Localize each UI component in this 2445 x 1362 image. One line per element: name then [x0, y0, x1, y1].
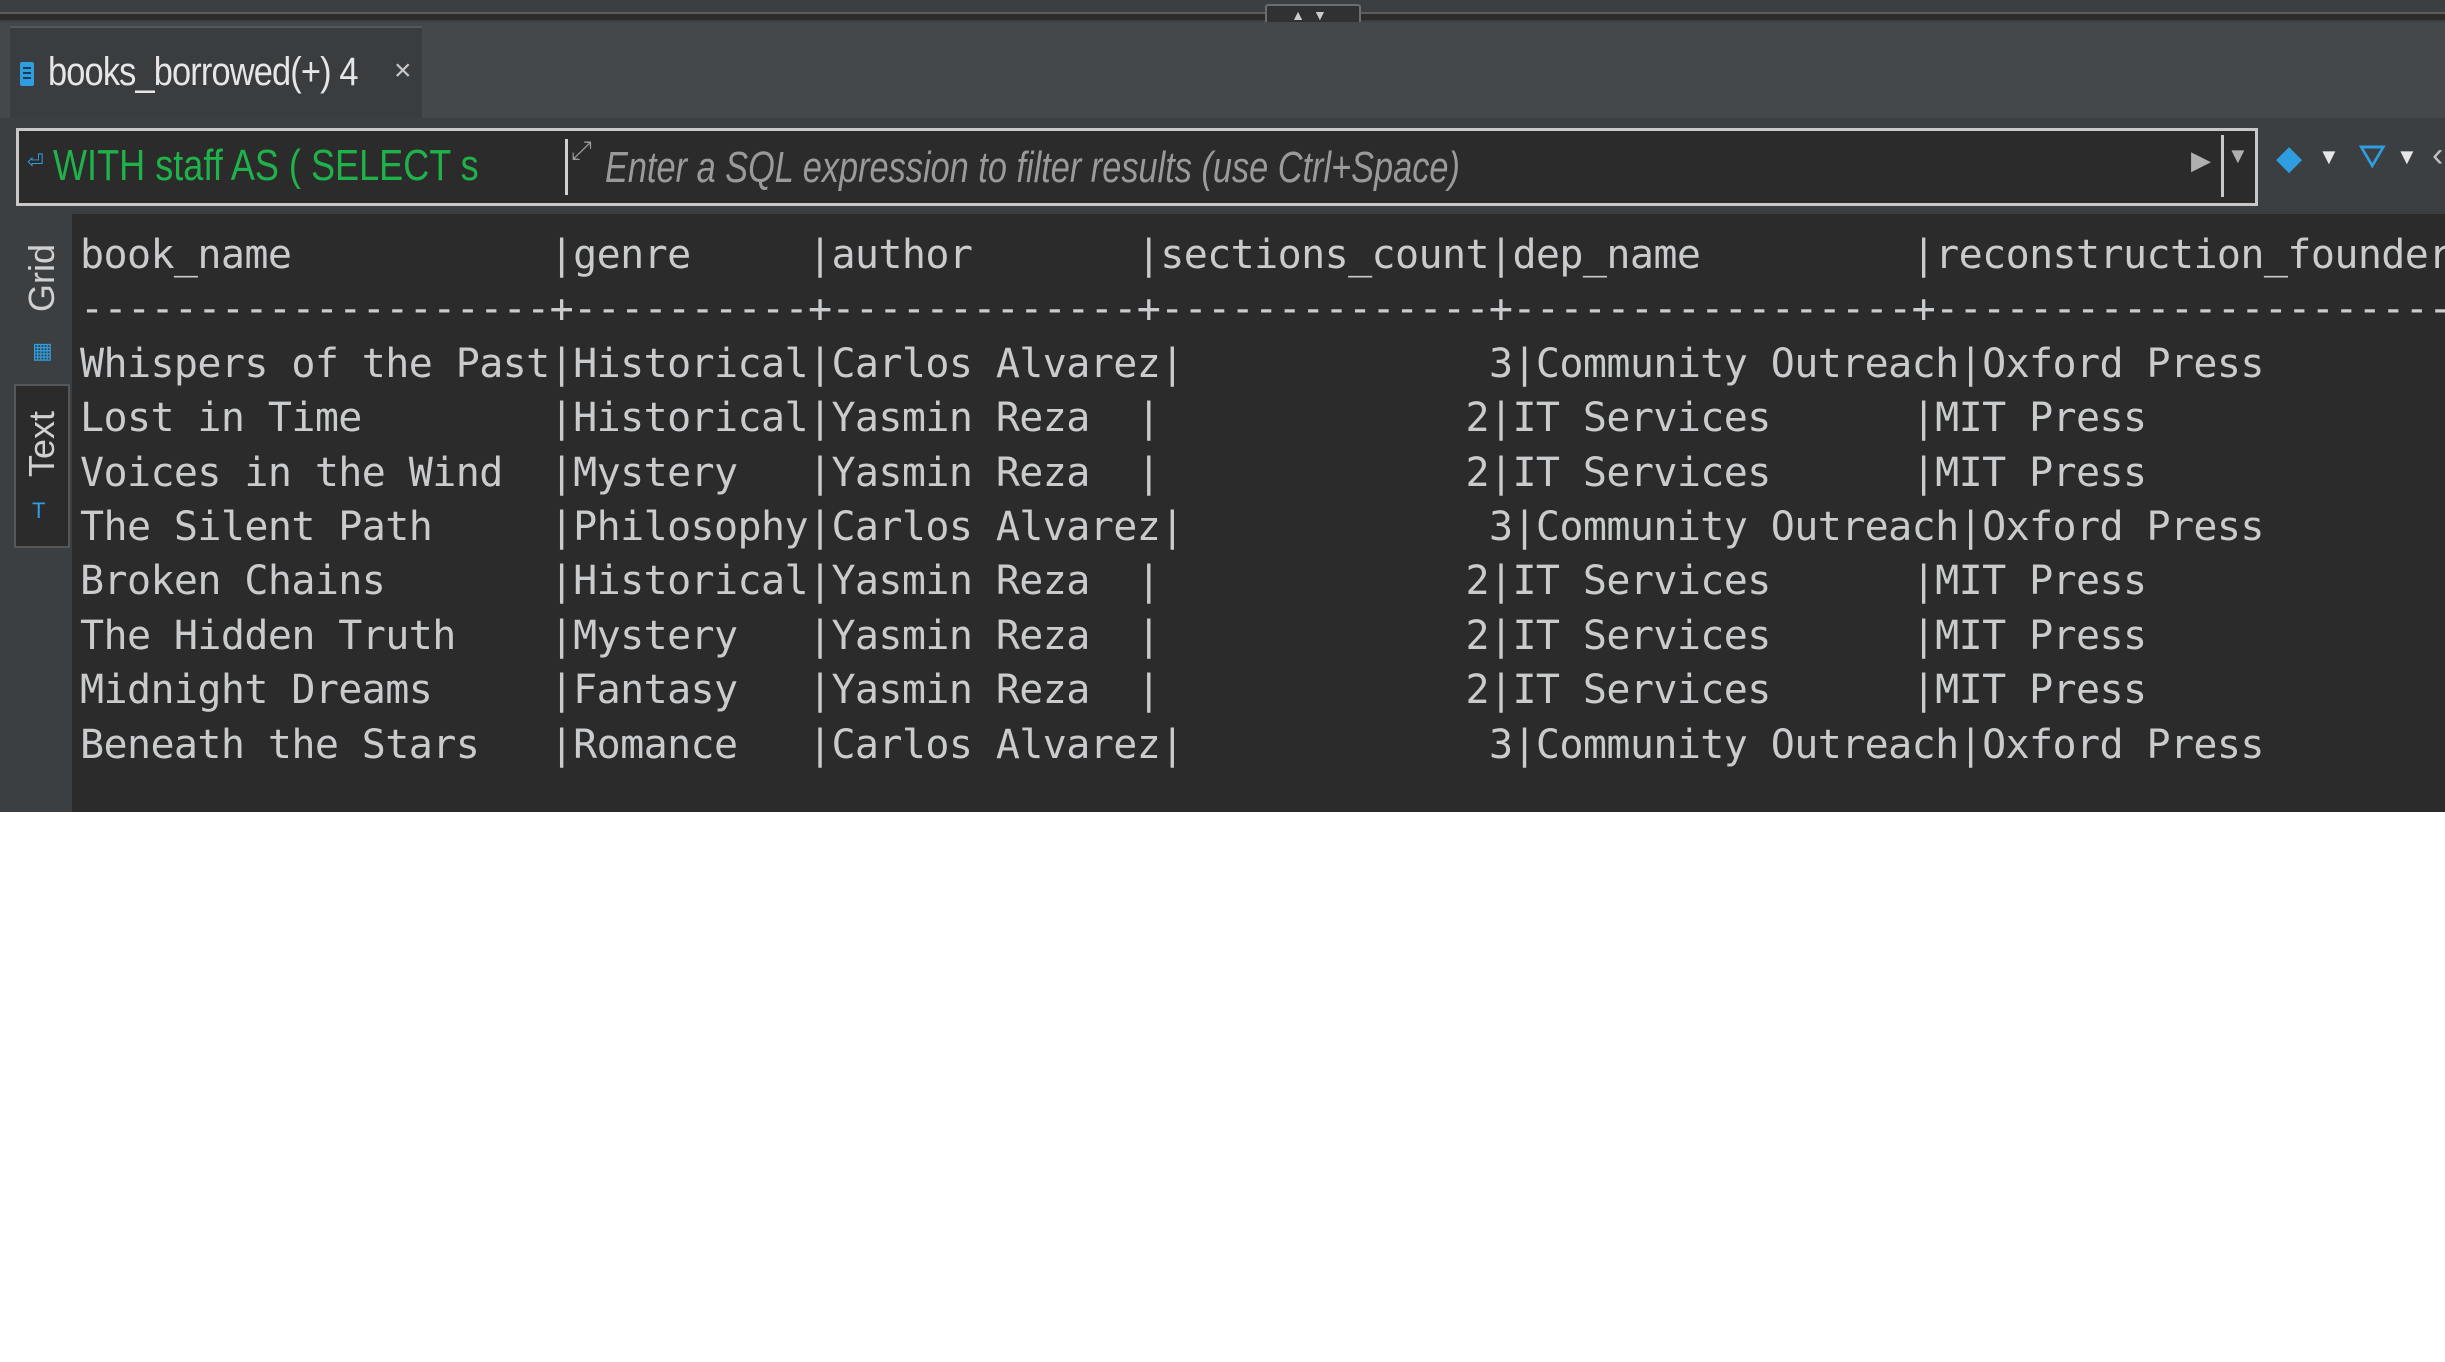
- table-cell: 3: [1183, 340, 1513, 387]
- table-row: Lost in Time |Historical|Yasmin Reza | 2…: [80, 391, 2445, 445]
- result-table: book_name |genre |author |sections_count…: [80, 228, 2445, 772]
- table-row: Broken Chains |Historical|Yasmin Reza | …: [80, 554, 2445, 608]
- table-cell: 2: [1160, 558, 1489, 605]
- filter-toolbar: ⏎ WITH staff AS ( SELECT s.name, ⤢ Enter…: [0, 118, 2445, 214]
- table-row: Beneath the Stars |Romance |Carlos Alvar…: [80, 718, 2445, 772]
- table-cell: Historical: [573, 395, 808, 442]
- table-cell: Carlos Alvarez: [831, 340, 1161, 387]
- table-cell: Mystery: [573, 449, 808, 496]
- query-text: WITH staff AS ( SELECT s.name,: [53, 141, 479, 190]
- eraser-dropdown-icon[interactable]: ▼: [2318, 144, 2340, 170]
- eraser-icon[interactable]: ◆: [2276, 138, 2302, 178]
- text-icon: T: [32, 498, 46, 523]
- table-cell: Historical: [573, 558, 808, 605]
- table-cell: MIT Press: [1935, 667, 2445, 714]
- editor-tab-bar: books_borrowed(+) 4 ×: [0, 22, 2445, 120]
- table-row: Midnight Dreams |Fantasy |Yasmin Reza | …: [80, 663, 2445, 717]
- table-cell: IT Services: [1512, 558, 1912, 605]
- filter-dropdown-icon[interactable]: ▼: [2396, 144, 2418, 170]
- table-cell: The Hidden Truth: [80, 612, 550, 659]
- table-row: The Silent Path |Philosophy|Carlos Alvar…: [80, 500, 2445, 554]
- column-header: reconstruction_founder: [1935, 232, 2445, 278]
- table-cell: IT Services: [1512, 395, 1912, 442]
- history-arrow-icon[interactable]: ▶: [2191, 145, 2211, 176]
- table-cell: Historical: [573, 340, 808, 387]
- panel-divider: [0, 12, 2445, 20]
- column-header: dep_name: [1512, 232, 1912, 278]
- filter-box-separator: [2221, 135, 2224, 197]
- table-cell: Community Outreach: [1535, 340, 1959, 387]
- table-cell: Oxford Press: [1982, 340, 2264, 387]
- table-cell: Yasmin Reza: [831, 612, 1137, 659]
- column-header: sections_count: [1160, 232, 1489, 278]
- table-row: The Hidden Truth |Mystery |Yasmin Reza |…: [80, 609, 2445, 663]
- table-cell: Beneath the Stars: [80, 721, 550, 768]
- table-cell: Yasmin Reza: [831, 667, 1137, 714]
- table-cell: 3: [1183, 504, 1513, 551]
- table-cell: Philosophy: [573, 504, 808, 551]
- table-header-row: book_name |genre |author |sections_count…: [80, 228, 2445, 282]
- table-cell: Romance: [573, 721, 808, 768]
- text-tab-label: Text: [21, 410, 62, 478]
- table-cell: Oxford Press: [1982, 721, 2264, 768]
- grid-tab-label: Grid: [21, 243, 62, 313]
- table-cell: 2: [1160, 449, 1489, 496]
- chevron-down-icon[interactable]: ▼: [2227, 143, 2249, 169]
- table-cell: Carlos Alvarez: [831, 721, 1161, 768]
- table-cell: Mystery: [573, 612, 808, 659]
- table-cell: 3: [1183, 721, 1513, 768]
- column-header: author: [831, 232, 1137, 278]
- close-icon[interactable]: ×: [394, 54, 412, 88]
- table-cell: Broken Chains: [80, 558, 550, 605]
- table-cell: MIT Press: [1935, 395, 2445, 442]
- table-row: Voices in the Wind |Mystery |Yasmin Reza…: [80, 446, 2445, 500]
- table-cell: MIT Press: [1935, 449, 2445, 496]
- table-cell: Yasmin Reza: [831, 558, 1137, 605]
- table-cell: IT Services: [1512, 612, 1912, 659]
- chevron-left-icon[interactable]: ‹: [2432, 136, 2443, 175]
- text-caret: [565, 139, 568, 195]
- table-cell: MIT Press: [1935, 558, 2445, 605]
- table-cell: Community Outreach: [1535, 721, 1959, 768]
- filter-input[interactable]: Enter a SQL expression to filter results…: [605, 143, 1460, 193]
- view-switcher: Grid ▦ Text T: [12, 214, 70, 812]
- table-row: Whispers of the Past|Historical|Carlos A…: [80, 337, 2445, 391]
- filter-input-box[interactable]: ⏎ WITH staff AS ( SELECT s.name, ⤢ Enter…: [16, 128, 2258, 206]
- table-cell: Lost in Time: [80, 395, 550, 442]
- text-result-panel: book_name |genre |author |sections_count…: [72, 214, 2445, 812]
- table-cell: Oxford Press: [1982, 504, 2264, 551]
- table-cell: MIT Press: [1935, 612, 2445, 659]
- table-cell: Fantasy: [573, 667, 808, 714]
- table-cell: 2: [1160, 667, 1489, 714]
- expand-icon[interactable]: ⤢: [571, 135, 592, 167]
- table-cell: Midnight Dreams: [80, 667, 550, 714]
- table-separator: --------------------+----------+--------…: [80, 286, 2445, 333]
- table-cell: Voices in the Wind: [80, 449, 550, 496]
- table-cell: Yasmin Reza: [831, 395, 1137, 442]
- tab-text[interactable]: Text T: [14, 384, 70, 548]
- table-cell: IT Services: [1512, 449, 1912, 496]
- sql-query-icon: ⏎: [27, 151, 44, 173]
- table-cell: 2: [1160, 612, 1489, 659]
- table-cell: 2: [1160, 395, 1489, 442]
- column-header: book_name: [80, 232, 550, 278]
- tab-grid[interactable]: Grid ▦: [14, 216, 70, 380]
- table-cell: Community Outreach: [1535, 504, 1959, 551]
- table-cell: Yasmin Reza: [831, 449, 1137, 496]
- results-area: Grid ▦ Text T book_name |genre |author |…: [0, 214, 2445, 812]
- result-tab[interactable]: books_borrowed(+) 4 ×: [10, 26, 422, 120]
- table-icon: [20, 62, 34, 86]
- table-cell: Whispers of the Past: [80, 340, 550, 387]
- column-header: genre: [573, 232, 808, 278]
- table-cell: Carlos Alvarez: [831, 504, 1161, 551]
- result-tab-title: books_borrowed(+) 4: [48, 50, 359, 94]
- top-border: ▲▼: [0, 0, 2445, 26]
- filter-icon[interactable]: ⛛: [2358, 138, 2387, 177]
- table-cell: The Silent Path: [80, 504, 550, 551]
- table-cell: IT Services: [1512, 667, 1912, 714]
- grid-icon: ▦: [32, 338, 53, 363]
